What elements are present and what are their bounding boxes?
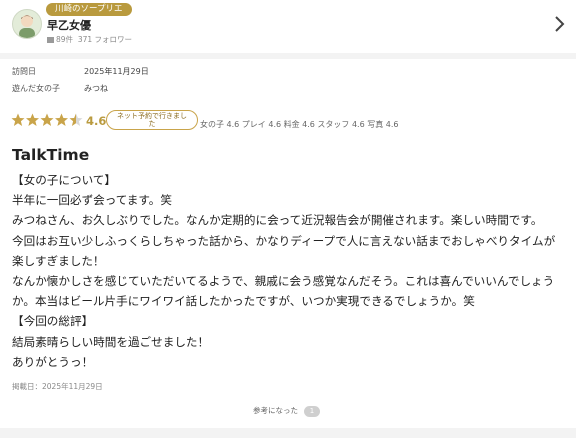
star-icon: [40, 113, 54, 126]
helpful-count-badge: 1: [304, 405, 320, 417]
divider: [0, 53, 576, 59]
review-line: 半年に一回必ず会ってます。笑: [12, 193, 172, 208]
category-scores: 女の子 4.6 プレイ 4.6 料金 4.6 スタッフ 4.6 写真 4.6: [200, 120, 399, 129]
star-icon: [26, 113, 39, 126]
star-icon: [55, 113, 68, 126]
net-reservation-tag-line1: ネット予約で行きまし: [117, 112, 187, 120]
reviewer-profile-row[interactable]: 川崎のソープリエ 早乙女優 89件 371 フォロワー: [0, 0, 576, 50]
review-line: 今回はお互い少しふっくらしちゃった話から、かなりディープで人に言えない話までおし…: [12, 233, 556, 248]
visit-date-value: 2025年11月29日: [84, 67, 149, 76]
review-title: TalkTime: [12, 146, 90, 164]
review-line: 【女の子について】: [12, 173, 116, 187]
review-line: なんか懐かしさを感じていただいてるようで、親戚に会う感覚なんだそう。これは喜んで…: [12, 274, 555, 289]
review-line: 結局素晴らしい時間を過ごせました！: [12, 334, 210, 349]
chevron-right-icon[interactable]: [552, 14, 566, 34]
net-reservation-tag-line2: た: [148, 120, 156, 128]
star-rating: [11, 113, 83, 126]
review-line: 楽しすぎました！: [12, 253, 105, 268]
reviewer-rank-badge: 川崎のソープリエ: [46, 3, 132, 16]
review-line: ありがとうっ！: [12, 354, 94, 369]
visit-date-row: 訪問日 2025年11月29日: [12, 66, 149, 77]
helpful-button[interactable]: 参考になった 1: [253, 405, 320, 417]
visited-girl-value[interactable]: みつね: [84, 84, 108, 93]
visit-date-label: 訪問日: [12, 67, 36, 76]
avatar: [12, 9, 42, 39]
person-icon: [19, 15, 35, 38]
helpful-label: 参考になった: [253, 406, 298, 415]
divider: [0, 428, 576, 438]
reviewer-stats: 89件 371 フォロワー: [47, 34, 132, 45]
review-count-icon: [47, 37, 54, 43]
half-star-icon: [69, 113, 83, 126]
review-line: 【今回の総評】: [12, 314, 94, 329]
visited-girl-label: 遊んだ女の子: [12, 84, 60, 93]
review-line: みつねさん、お久しぶりでした。なんか定期的に会って近況報告会が開催されます。楽し…: [12, 213, 543, 228]
posted-date: 掲載日：2025年11月29日: [12, 382, 103, 391]
review-count: 89件: [56, 35, 74, 44]
star-icon: [11, 113, 25, 126]
reviewer-name[interactable]: 早乙女優: [47, 17, 91, 33]
review-body: 【女の子について】 半年に一回必ず会ってます。笑 みつねさん、お久しぶりでした。…: [12, 170, 568, 372]
follower-count: 371 フォロワー: [77, 35, 133, 44]
rating-score: 4.6: [86, 114, 107, 128]
review-line: か。本当はビール片手にワイワイ話したかったですが、いつか実現できるでしょうか。笑: [12, 294, 475, 309]
visited-girl-row: 遊んだ女の子 みつね: [12, 83, 108, 94]
net-reservation-tag: ネット予約で行きまし た: [106, 110, 198, 130]
